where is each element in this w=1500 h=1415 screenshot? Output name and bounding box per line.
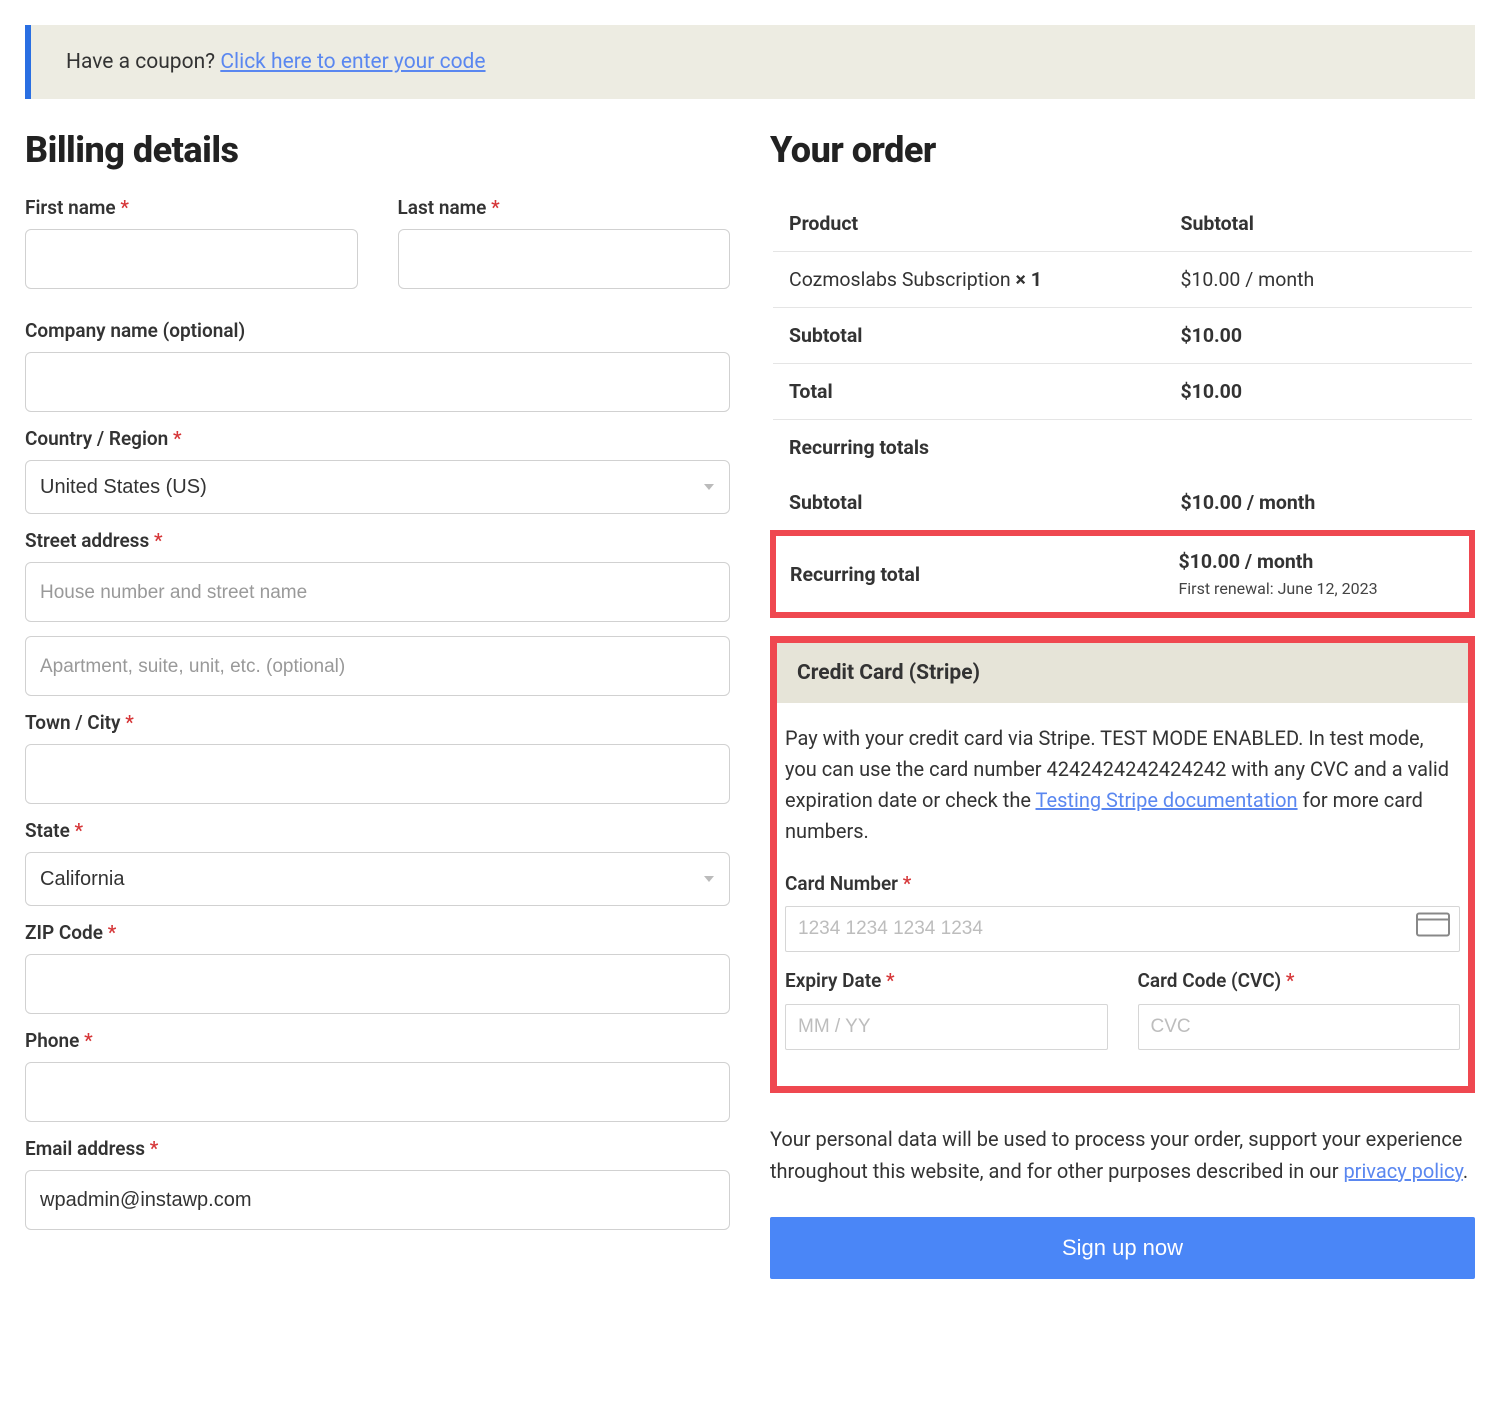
privacy-policy-link[interactable]: privacy policy	[1343, 1159, 1462, 1183]
billing-column: Billing details First name * Last name *…	[25, 129, 730, 1279]
street-label-text: Street address	[25, 529, 149, 552]
city-input[interactable]	[25, 744, 730, 804]
recurring-subtotal-label: Subtotal	[773, 475, 1164, 533]
privacy-text: Your personal data will be used to proce…	[770, 1123, 1475, 1187]
street-address-1-input[interactable]	[25, 562, 730, 622]
product-price: $10.00 / month	[1164, 252, 1472, 308]
recurring-subtotal-row: Subtotal $10.00 / month	[773, 475, 1472, 533]
cvc-label-text: Card Code (CVC)	[1138, 969, 1282, 992]
zip-label: ZIP Code *	[25, 921, 730, 944]
payment-method-header: Credit Card (Stripe)	[777, 643, 1468, 703]
phone-label-text: Phone	[25, 1029, 79, 1052]
coupon-link[interactable]: Click here to enter your code	[220, 50, 485, 74]
recurring-subtotal-value: $10.00 / month	[1164, 475, 1472, 533]
expiry-label: Expiry Date *	[785, 966, 1108, 995]
first-renewal-note: First renewal: June 12, 2023	[1178, 579, 1459, 598]
required-asterisk: *	[120, 196, 129, 219]
subtotal-header: Subtotal	[1164, 196, 1472, 252]
required-asterisk: *	[75, 819, 84, 842]
order-column: Your order Product Subtotal Cozmoslabs S…	[770, 129, 1475, 1279]
payment-section: Credit Card (Stripe) Pay with your credi…	[770, 636, 1475, 1093]
order-subtotal-row: Subtotal $10.00	[773, 308, 1472, 364]
card-number-input[interactable]	[785, 906, 1460, 952]
street-label: Street address *	[25, 529, 730, 552]
required-asterisk: *	[903, 872, 912, 895]
company-input[interactable]	[25, 352, 730, 412]
order-heading: Your order	[770, 129, 1475, 171]
billing-heading: Billing details	[25, 129, 730, 171]
total-label: Total	[773, 364, 1164, 420]
country-select[interactable]: United States (US)	[25, 460, 730, 514]
stripe-docs-link[interactable]: Testing Stripe documentation	[1036, 788, 1298, 812]
product-name: Cozmoslabs Subscription	[789, 268, 1016, 291]
zip-label-text: ZIP Code	[25, 921, 103, 944]
last-name-label: Last name *	[398, 196, 731, 219]
zip-input[interactable]	[25, 954, 730, 1014]
product-cell: Cozmoslabs Subscription × 1	[773, 252, 1164, 308]
total-value: $10.00	[1164, 364, 1472, 420]
email-label-text: Email address	[25, 1137, 145, 1160]
subtotal-label: Subtotal	[773, 308, 1164, 364]
signup-button[interactable]: Sign up now	[770, 1217, 1475, 1279]
required-asterisk: *	[886, 969, 895, 992]
coupon-prompt: Have a coupon?	[66, 50, 220, 74]
expiry-input[interactable]	[785, 1004, 1108, 1050]
coupon-banner: Have a coupon? Click here to enter your …	[25, 25, 1475, 99]
credit-card-icon	[1416, 913, 1450, 946]
recurring-total-label: Recurring total	[773, 533, 1164, 615]
required-asterisk: *	[125, 711, 134, 734]
required-asterisk: *	[491, 196, 500, 219]
cvc-label: Card Code (CVC) *	[1138, 966, 1461, 995]
city-label: Town / City *	[25, 711, 730, 734]
order-table: Product Subtotal Cozmoslabs Subscription…	[770, 196, 1475, 618]
card-number-label-text: Card Number	[785, 872, 898, 895]
city-label-text: Town / City	[25, 711, 120, 734]
street-address-2-input[interactable]	[25, 636, 730, 696]
country-label: Country / Region *	[25, 427, 730, 450]
email-label: Email address *	[25, 1137, 730, 1160]
expiry-label-text: Expiry Date	[785, 969, 881, 992]
phone-label: Phone *	[25, 1029, 730, 1052]
recurring-total-value: $10.00 / month	[1178, 550, 1459, 573]
state-label: State *	[25, 819, 730, 842]
first-name-label: First name *	[25, 196, 358, 219]
country-label-text: Country / Region	[25, 427, 168, 450]
order-product-row: Cozmoslabs Subscription × 1 $10.00 / mon…	[773, 252, 1472, 308]
cvc-input[interactable]	[1138, 1004, 1461, 1050]
required-asterisk: *	[150, 1137, 159, 1160]
company-label: Company name (optional)	[25, 319, 730, 342]
required-asterisk: *	[154, 529, 163, 552]
state-label-text: State	[25, 819, 70, 842]
first-name-input[interactable]	[25, 229, 358, 289]
product-qty: × 1	[1016, 268, 1042, 291]
required-asterisk: *	[84, 1029, 93, 1052]
recurring-totals-label: Recurring totals	[773, 420, 1472, 476]
card-number-label: Card Number *	[785, 869, 1460, 898]
product-header: Product	[773, 196, 1164, 252]
payment-body: Pay with your credit card via Stripe. TE…	[777, 703, 1468, 1086]
recurring-total-row: Recurring total $10.00 / month First ren…	[773, 533, 1472, 615]
recurring-total-cell: $10.00 / month First renewal: June 12, 2…	[1164, 533, 1472, 615]
email-input[interactable]	[25, 1170, 730, 1230]
subtotal-value: $10.00	[1164, 308, 1472, 364]
last-name-input[interactable]	[398, 229, 731, 289]
order-header-row: Product Subtotal	[773, 196, 1472, 252]
phone-input[interactable]	[25, 1062, 730, 1122]
last-name-label-text: Last name	[398, 196, 487, 219]
recurring-totals-header-row: Recurring totals	[773, 420, 1472, 476]
required-asterisk: *	[108, 921, 117, 944]
required-asterisk: *	[173, 427, 182, 450]
order-total-row: Total $10.00	[773, 364, 1472, 420]
privacy-post: .	[1463, 1159, 1468, 1183]
first-name-label-text: First name	[25, 196, 116, 219]
state-select[interactable]: California	[25, 852, 730, 906]
required-asterisk: *	[1286, 969, 1295, 992]
